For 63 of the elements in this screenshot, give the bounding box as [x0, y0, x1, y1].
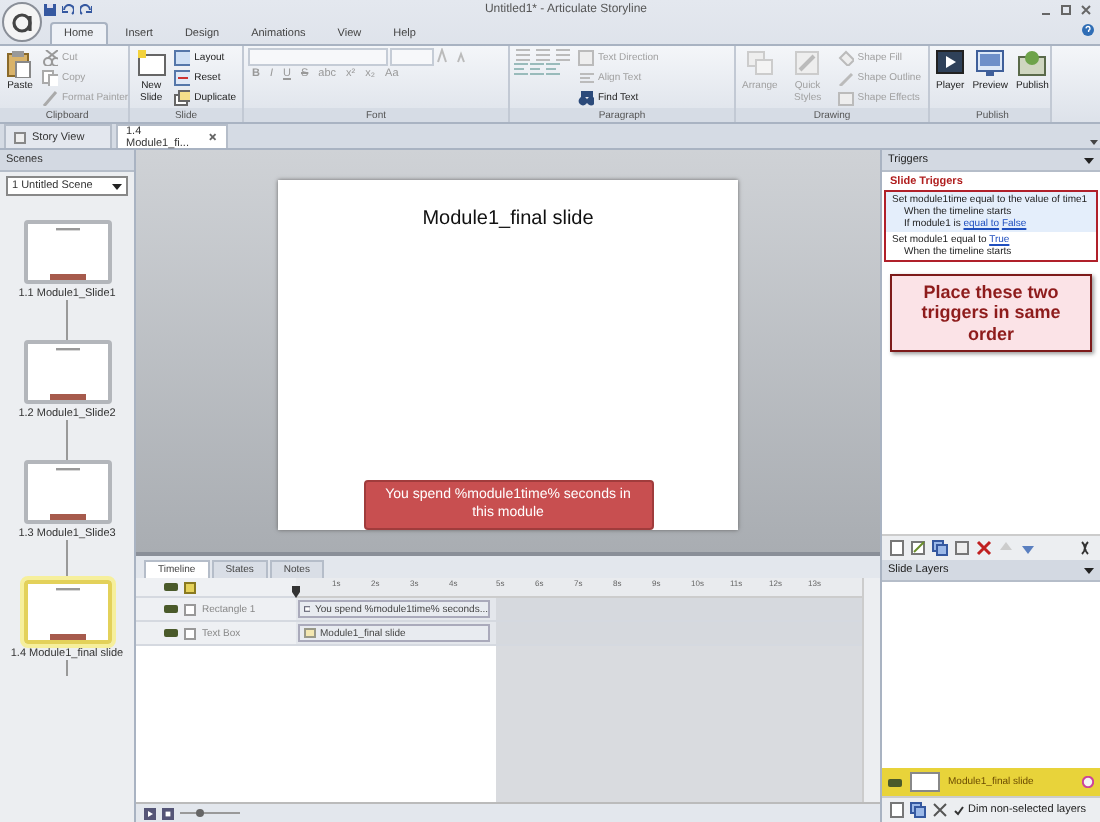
app-logo-icon[interactable] [2, 2, 42, 42]
layer-settings-icon[interactable] [1082, 776, 1094, 788]
close-icon[interactable] [1080, 4, 1092, 16]
help-icon[interactable] [1082, 24, 1094, 36]
reset-icon [174, 70, 191, 86]
redo-icon[interactable] [80, 4, 92, 16]
pencil-icon [837, 70, 854, 86]
new-trigger-icon[interactable] [888, 540, 904, 556]
copy-icon[interactable] [910, 802, 926, 818]
monitor-icon [976, 50, 1005, 78]
globe-icon [1018, 50, 1047, 78]
clipboard-icon [6, 50, 34, 78]
eye-icon[interactable] [888, 777, 902, 787]
dropdown-arrow-icon[interactable] [1084, 565, 1094, 575]
square-icon [837, 90, 854, 106]
title-line-icon [55, 348, 79, 352]
slide-thumbnail[interactable] [23, 580, 111, 644]
button-icon [49, 274, 85, 280]
layer-thumbnail [910, 772, 940, 792]
layout-icon [174, 50, 191, 66]
title-line-icon [55, 588, 79, 592]
new-layer-icon[interactable] [888, 802, 904, 818]
arrange-icon [745, 50, 774, 78]
delete-icon[interactable] [932, 802, 948, 818]
slide-icon [137, 50, 166, 78]
binoculars-icon [578, 90, 594, 106]
slide-title: Module1_final slide [422, 208, 594, 230]
title-line-icon [55, 468, 79, 472]
scissors-icon [42, 50, 58, 66]
text-box-icon [304, 628, 316, 638]
undo-icon[interactable] [62, 4, 74, 16]
slide-thumbnail[interactable] [23, 460, 111, 524]
edit-icon[interactable] [910, 540, 926, 556]
checkbox-icon[interactable] [184, 627, 196, 639]
button-icon [49, 514, 85, 520]
vertical-scrollbar[interactable] [862, 578, 880, 802]
copy-icon [42, 70, 58, 86]
save-icon[interactable] [44, 4, 56, 16]
lock-icon[interactable] [184, 581, 196, 593]
story-icon [14, 131, 26, 143]
maximize-icon[interactable] [1060, 4, 1072, 16]
callout-note: Place these two triggers in same order [890, 274, 1092, 353]
text-direction-icon [578, 50, 594, 66]
checkbox-icon[interactable] [184, 603, 196, 615]
paint-bucket-icon [837, 50, 854, 66]
paste-icon[interactable] [954, 540, 970, 556]
slide-thumbnail[interactable] [23, 220, 111, 284]
align-icon [578, 70, 594, 86]
playhead-icon[interactable] [292, 586, 300, 598]
duplicate-icon [174, 90, 191, 106]
button-icon [49, 394, 85, 400]
slide-thumbnail[interactable] [23, 340, 111, 404]
stop-icon[interactable] [162, 807, 174, 819]
dropdown-arrow-icon [112, 181, 122, 191]
title-line-icon [55, 228, 79, 232]
zoom-slider-icon[interactable] [180, 808, 240, 818]
delete-icon[interactable] [976, 540, 992, 556]
close-icon[interactable] [208, 132, 218, 142]
play-icon[interactable] [144, 807, 156, 819]
monitor-icon [936, 50, 965, 78]
button-icon [49, 634, 85, 640]
move-down-icon[interactable] [1020, 540, 1036, 556]
copy-icon[interactable] [932, 540, 948, 556]
